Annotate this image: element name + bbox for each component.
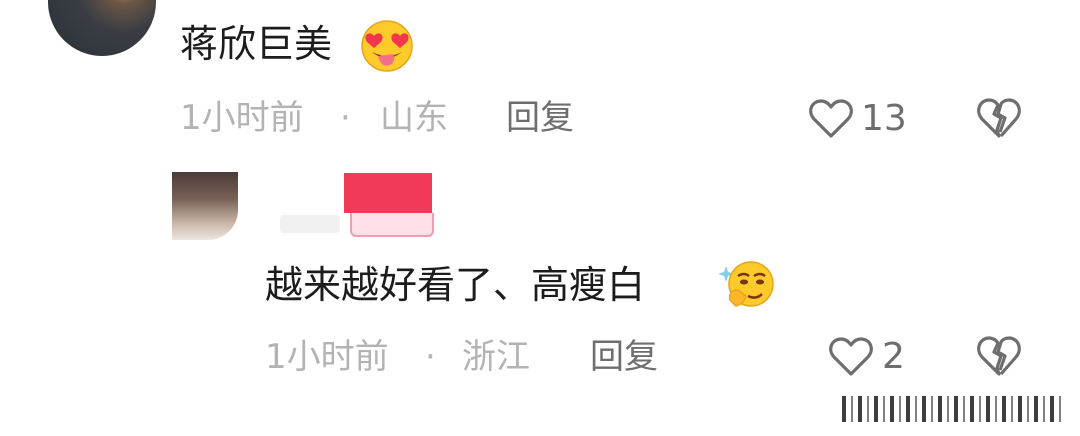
dislike-broken-heart-icon[interactable] (976, 96, 1022, 140)
comment-location: 浙江 (462, 337, 530, 377)
comment-location: 山东 (380, 98, 448, 138)
reply-button[interactable]: 回复 (590, 340, 658, 374)
like-count: 2 (882, 336, 905, 377)
author-badge (350, 213, 434, 237)
comment-text: 越来越好看了、高瘦白 (265, 263, 646, 307)
heart-eyes-emoji-icon (361, 20, 413, 72)
avatar[interactable] (172, 172, 238, 240)
separator-dot: · (340, 98, 351, 138)
reply-button[interactable]: 回复 (506, 101, 574, 135)
separator-dot: · (425, 337, 436, 377)
like-heart-icon[interactable] (808, 98, 854, 140)
avatar[interactable] (48, 0, 156, 56)
comment-time: 1小时前 (265, 337, 389, 377)
username-redacted (280, 215, 340, 233)
comment-text: 蒋欣巨美 (180, 22, 333, 66)
like-count: 13 (861, 98, 907, 139)
thinking-emoji-icon (718, 261, 774, 307)
like-heart-icon[interactable] (828, 336, 874, 378)
dislike-broken-heart-icon[interactable] (976, 334, 1022, 378)
comment-time: 1小时前 (180, 98, 304, 138)
author-tag-redacted (344, 173, 432, 213)
watermark (842, 396, 1064, 422)
